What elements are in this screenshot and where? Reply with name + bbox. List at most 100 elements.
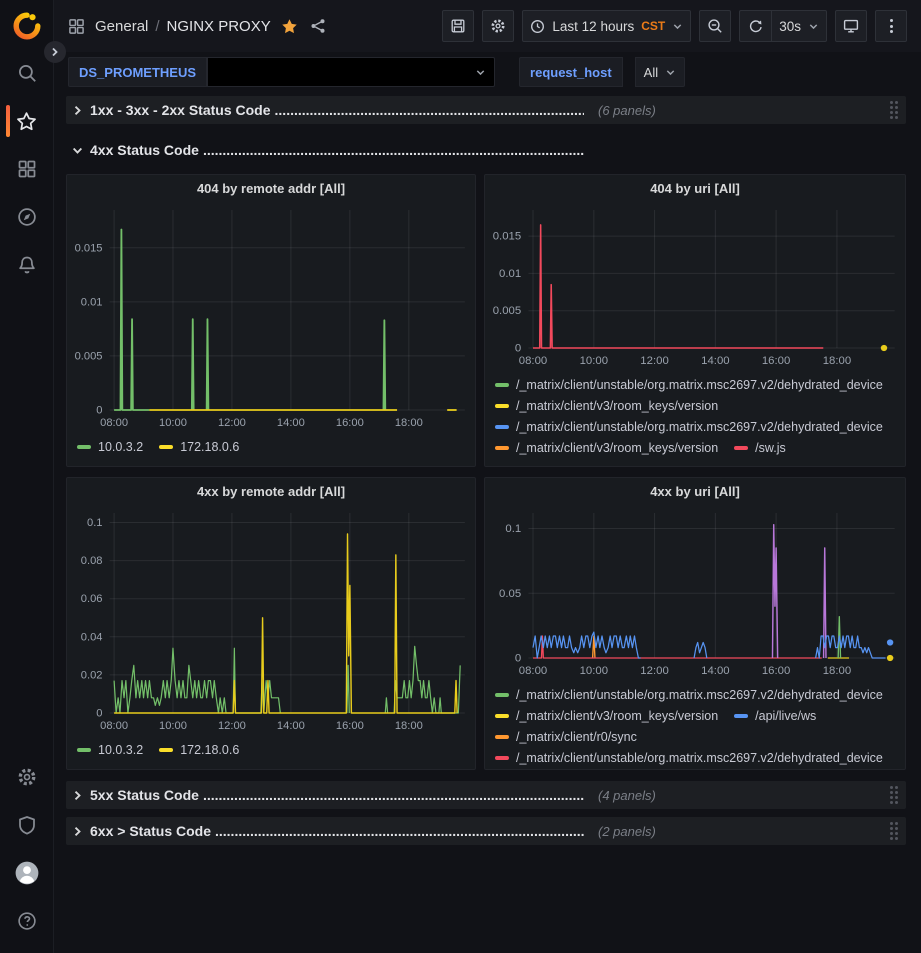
panel-grid: 404 by remote addr [All] 00.0050.010.015… — [66, 174, 906, 770]
timeseries-chart-4xx-by-uri[interactable]: 00.050.108:0010:0012:0014:0016:0018:00 — [485, 505, 905, 680]
legend-swatch — [159, 748, 173, 752]
gear-icon — [17, 767, 37, 787]
sidebar-item-explore[interactable] — [0, 193, 54, 241]
legend-item[interactable]: /_matrix/client/v3/room_keys/version — [495, 705, 718, 726]
refresh-button[interactable] — [739, 10, 771, 42]
sidebar-item-configuration[interactable] — [0, 753, 54, 801]
timeseries-chart-4xx-by-remote-addr[interactable]: 00.020.040.060.080.108:0010:0012:0014:00… — [67, 505, 475, 735]
legend-item[interactable]: 10.0.3.2 — [77, 436, 143, 457]
breadcrumb-section[interactable]: General — [95, 18, 148, 35]
legend-label: /_matrix/client/v3/room_keys/version — [516, 709, 718, 723]
chart-legend: /_matrix/client/unstable/org.matrix.msc2… — [485, 680, 905, 769]
row-header-4xx[interactable]: 4xx Status Code ........................… — [66, 136, 906, 164]
svg-text:14:00: 14:00 — [701, 355, 729, 367]
svg-text:10:00: 10:00 — [159, 417, 187, 429]
row-header-1xx-3xx-2xx[interactable]: 1xx - 3xx - 2xx Status Code ............… — [66, 96, 906, 124]
svg-text:0.005: 0.005 — [493, 305, 521, 317]
help-icon — [17, 911, 37, 931]
sidebar-item-dashboards[interactable] — [0, 145, 54, 193]
variable-value-ds-prometheus[interactable] — [207, 57, 495, 87]
legend-item[interactable]: /sw.js — [734, 437, 786, 458]
svg-text:0.08: 0.08 — [81, 555, 103, 567]
favorite-star-icon[interactable] — [281, 18, 298, 35]
svg-text:0.005: 0.005 — [75, 350, 103, 362]
legend-item[interactable]: /_matrix/client/v3/room_keys/version — [495, 437, 718, 458]
legend-item[interactable]: /_matrix/client/unstable/org.matrix.msc2… — [495, 747, 883, 768]
refresh-interval-dropdown[interactable]: 30s — [771, 10, 827, 42]
timeseries-chart-404-by-remote-addr[interactable]: 00.0050.010.01508:0010:0012:0014:0016:00… — [67, 202, 475, 432]
row-title: 5xx Status Code — [90, 787, 199, 803]
legend-swatch — [495, 714, 509, 718]
more-options-kebab-button[interactable] — [875, 10, 907, 42]
svg-text:08:00: 08:00 — [519, 355, 547, 367]
row-drag-handle[interactable] — [890, 786, 898, 804]
row-drag-handle[interactable] — [890, 822, 898, 840]
legend-item[interactable]: 10.0.3.2 — [77, 739, 143, 760]
svg-text:14:00: 14:00 — [701, 665, 729, 677]
panel-title[interactable]: 404 by remote addr [All] — [67, 175, 475, 202]
legend-swatch — [495, 425, 509, 429]
zoom-out-time-button[interactable] — [699, 10, 731, 42]
legend-item[interactable]: 172.18.0.6 — [159, 739, 239, 760]
sidebar-item-favorites[interactable] — [0, 97, 54, 145]
row-drag-handle[interactable] — [890, 101, 898, 119]
legend-item[interactable]: 172.18.0.6 — [159, 436, 239, 457]
svg-text:12:00: 12:00 — [218, 417, 246, 429]
grafana-logo[interactable] — [10, 9, 44, 43]
bell-icon — [17, 255, 37, 275]
row-header-5xx[interactable]: 5xx Status Code ........................… — [66, 781, 906, 809]
legend-swatch — [159, 445, 173, 449]
legend-label: 172.18.0.6 — [180, 440, 239, 454]
panel-title[interactable]: 4xx by remote addr [All] — [67, 478, 475, 505]
legend-label: /_matrix/client/unstable/org.matrix.msc2… — [516, 420, 883, 434]
chart-legend: /_matrix/client/unstable/org.matrix.msc2… — [485, 370, 905, 466]
legend-label: /_matrix/client/unstable/org.matrix.msc2… — [516, 751, 883, 765]
dashboard-canvas: 1xx - 3xx - 2xx Status Code ............… — [54, 92, 921, 953]
svg-text:0.06: 0.06 — [81, 593, 103, 605]
row-title: 1xx - 3xx - 2xx Status Code — [90, 102, 271, 118]
svg-text:0.1: 0.1 — [87, 517, 103, 529]
share-icon[interactable] — [310, 18, 326, 34]
clock-icon — [530, 19, 545, 34]
legend-item[interactable]: /_matrix/client/v3/room_keys/version — [495, 395, 718, 416]
svg-text:16:00: 16:00 — [762, 355, 790, 367]
variable-value-request-host[interactable]: All — [635, 57, 685, 87]
zoom-out-icon — [707, 18, 723, 34]
sidebar-item-server-admin[interactable] — [0, 801, 54, 849]
variable-label-ds-prometheus[interactable]: DS_PROMETHEUS — [68, 57, 207, 87]
sidebar-expand-button[interactable] — [44, 41, 66, 63]
panel-title[interactable]: 404 by uri [All] — [485, 175, 905, 202]
main-area: General / NGINX PROXY — [54, 0, 921, 953]
timeseries-chart-404-by-uri[interactable]: 00.0050.010.01508:0010:0012:0014:0016:00… — [485, 202, 905, 370]
svg-text:08:00: 08:00 — [100, 417, 128, 429]
legend-item[interactable]: /_matrix/client/r0/sync — [495, 726, 637, 747]
sidebar-item-profile[interactable] — [0, 849, 54, 897]
legend-item[interactable]: /api/live/ws — [734, 705, 816, 726]
sidebar-item-alerting[interactable] — [0, 241, 54, 289]
dashboard-settings-button[interactable] — [482, 10, 514, 42]
time-range-picker[interactable]: Last 12 hours CST — [522, 10, 691, 42]
svg-text:08:00: 08:00 — [519, 665, 547, 677]
shield-icon — [17, 815, 37, 835]
svg-text:12:00: 12:00 — [640, 355, 668, 367]
compass-icon — [17, 207, 37, 227]
svg-text:0.02: 0.02 — [81, 669, 103, 681]
legend-item[interactable]: /_matrix/client/unstable/org.matrix.msc2… — [495, 374, 883, 395]
panel-title[interactable]: 4xx by uri [All] — [485, 478, 905, 505]
variable-value-text: All — [644, 65, 658, 80]
chevron-right-icon — [72, 105, 83, 116]
page-title[interactable]: NGINX PROXY — [167, 18, 271, 35]
dashboard-navbar: General / NGINX PROXY — [54, 0, 921, 52]
save-dashboard-button[interactable] — [442, 10, 474, 42]
row-header-6xx[interactable]: 6xx > Status Code ......................… — [66, 817, 906, 845]
cycle-view-mode-button[interactable] — [835, 10, 867, 42]
legend-item[interactable]: /_matrix/client/unstable/org.matrix.msc2… — [495, 416, 883, 437]
svg-text:12:00: 12:00 — [218, 720, 246, 732]
variable-label-request-host[interactable]: request_host — [519, 57, 623, 87]
legend-item[interactable]: /_matrix/client/unstable/org.matrix.msc2… — [495, 684, 883, 705]
gear-icon — [490, 18, 506, 34]
chart-legend: 10.0.3.2 172.18.0.6 — [67, 735, 475, 769]
sidebar-item-help[interactable] — [0, 897, 54, 945]
svg-text:0.015: 0.015 — [493, 231, 521, 243]
svg-text:0.015: 0.015 — [75, 242, 103, 254]
